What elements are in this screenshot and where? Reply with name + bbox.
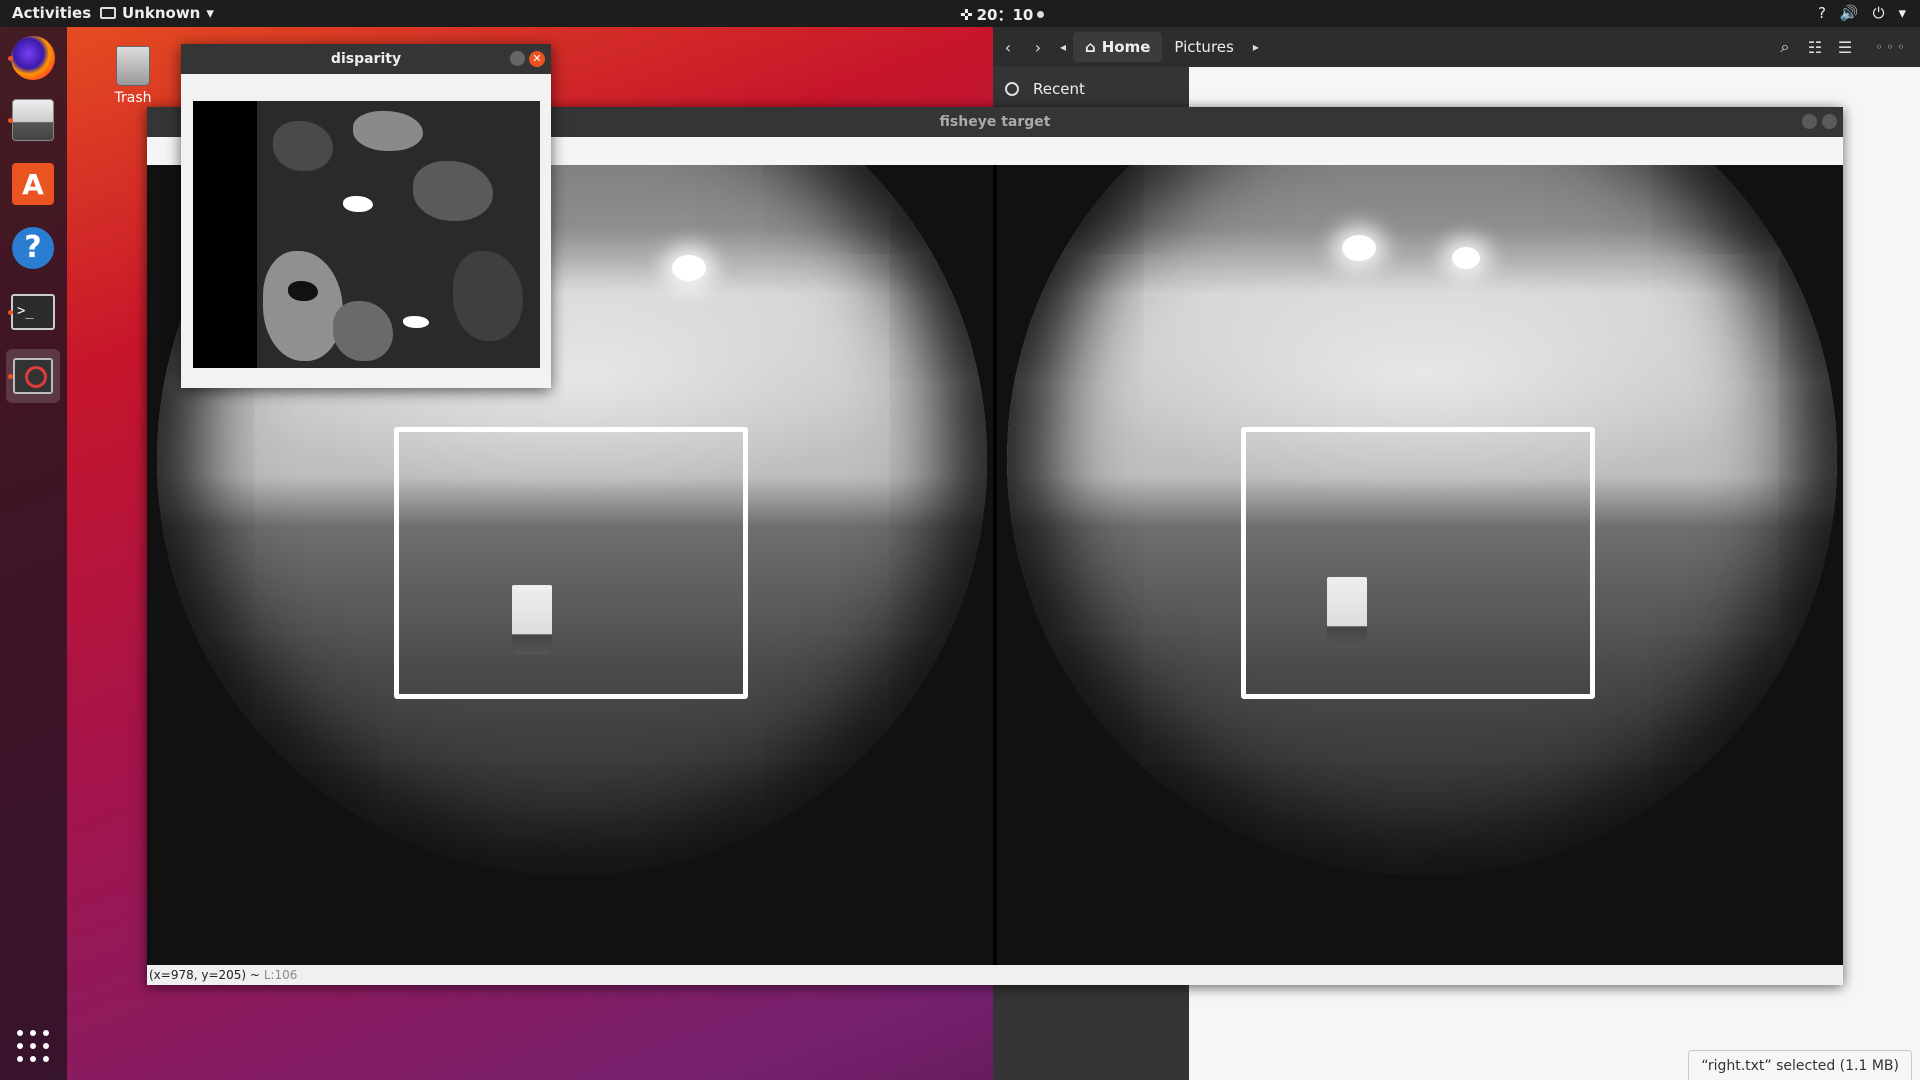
disparity-region — [403, 316, 429, 328]
path-home[interactable]: ⌂ Home — [1073, 32, 1163, 62]
ceiling-light — [1342, 235, 1376, 261]
clock-icon — [1005, 82, 1019, 96]
sidebar-item-label: Recent — [1033, 80, 1085, 98]
ceiling-light — [1452, 247, 1480, 269]
running-indicator — [8, 118, 13, 123]
path-scroll-left-button[interactable]: ◂ — [1053, 33, 1073, 61]
top-bar: Activities Unknown ▾ ✜ 20：10 ? 🔊 ⏻ ▾ — [0, 0, 1920, 27]
cursor-coordinates: (x=978, y=205) ~ — [149, 968, 260, 982]
power-icon[interactable]: ⏻ — [1873, 4, 1885, 22]
dock-item-help[interactable]: ? — [6, 221, 60, 275]
running-indicator — [8, 310, 13, 315]
chevron-down-icon: ▾ — [206, 4, 214, 22]
running-indicator — [8, 56, 13, 61]
dock-item-blocked-app[interactable] — [6, 349, 60, 403]
app-menu-label: Unknown — [122, 4, 201, 22]
software-icon: A — [12, 163, 54, 205]
clock-time: 20：10 — [976, 6, 1034, 24]
roi-box — [1241, 427, 1595, 699]
chevron-down-icon[interactable]: ▾ — [1898, 4, 1906, 22]
dock-item-terminal[interactable]: >_ — [6, 285, 60, 339]
disparity-region — [353, 111, 423, 151]
help-icon[interactable]: ? — [1818, 4, 1826, 22]
minimize-icon[interactable] — [510, 51, 525, 66]
disparity-window: disparity ✕ — [181, 44, 551, 388]
forward-button[interactable]: › — [1023, 33, 1053, 61]
minimize-icon[interactable] — [1802, 114, 1817, 129]
right-camera-image — [997, 165, 1843, 965]
disparity-map-image — [193, 101, 540, 368]
disparity-region — [343, 196, 373, 212]
disparity-region — [288, 281, 318, 301]
search-icon[interactable]: ⌕ — [1770, 33, 1800, 61]
selection-status: “right.txt” selected (1.1 MB) — [1688, 1050, 1912, 1080]
dock-item-software[interactable]: A — [6, 157, 60, 211]
trash-icon — [116, 46, 150, 86]
app-menu[interactable]: Unknown ▾ — [100, 4, 214, 22]
apps-grid-icon[interactable] — [17, 1030, 49, 1062]
blocked-app-icon — [13, 358, 53, 394]
roi-box — [394, 427, 748, 699]
pixel-level: L:106 — [263, 968, 298, 982]
files-icon — [12, 99, 54, 141]
path-scroll-right-button[interactable]: ▸ — [1246, 33, 1266, 61]
firefox-icon — [11, 36, 55, 80]
path-home-label: Home — [1101, 38, 1151, 56]
activities-button[interactable]: Activities — [12, 4, 91, 22]
view-toggle-icon[interactable]: ☷ — [1800, 33, 1830, 61]
system-tray[interactable]: ? 🔊 ⏻ ▾ — [1818, 4, 1906, 22]
window-title[interactable]: disparity — [181, 44, 551, 74]
trash-label: Trash — [114, 90, 152, 106]
cup-object — [512, 585, 552, 655]
window-icon — [100, 7, 116, 19]
dock-item-firefox[interactable] — [6, 31, 60, 85]
dock-item-files[interactable] — [6, 93, 60, 147]
home-icon: ⌂ — [1085, 38, 1096, 56]
trash-desktop-icon[interactable]: Trash — [110, 46, 156, 106]
ceiling-light — [672, 255, 706, 281]
status-bar: (x=978, y=205) ~ L:106 — [147, 965, 1843, 985]
close-icon[interactable] — [1822, 114, 1837, 129]
close-icon[interactable]: ✕ — [529, 51, 545, 67]
help-icon: ? — [12, 227, 54, 269]
accessibility-icon: ✜ — [960, 5, 973, 24]
volume-icon[interactable]: 🔊 — [1840, 4, 1859, 22]
terminal-icon: >_ — [11, 294, 55, 330]
file-manager-header: ‹ › ◂ ⌂ Home Pictures ▸ ⌕ ☷ ☰ ◦ ◦ ◦ — [993, 27, 1920, 67]
back-button[interactable]: ‹ — [993, 33, 1023, 61]
path-pictures[interactable]: Pictures — [1162, 32, 1245, 62]
notification-dot-icon — [1037, 11, 1045, 18]
cup-object — [1327, 577, 1367, 647]
menu-icon[interactable]: ☰ — [1830, 33, 1860, 61]
dock: A ? >_ — [0, 27, 67, 1080]
sidebar-item-recent[interactable]: Recent — [993, 73, 1189, 105]
window-controls-icon[interactable]: ◦ ◦ ◦ — [1860, 33, 1920, 61]
clock[interactable]: ✜ 20：10 — [960, 4, 1045, 25]
